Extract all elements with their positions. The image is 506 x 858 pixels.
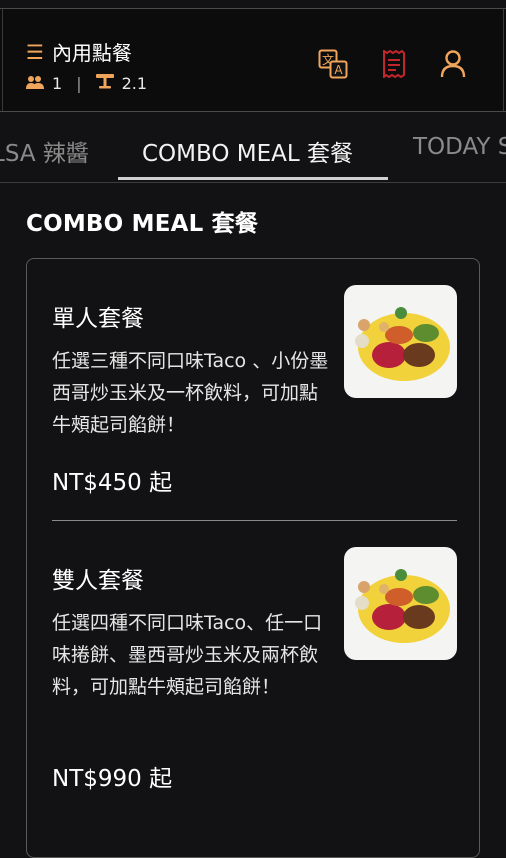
item-photo xyxy=(344,285,457,398)
item-description: 任選三種不同口味Taco 、小份墨西哥炒玉米及一杯飲料，可加點牛頰起司餡餅！ xyxy=(52,350,329,436)
menu-icon[interactable]: ☰ xyxy=(26,42,44,62)
menu-item[interactable]: 雙人套餐 任選四種不同口味Taco、任一口味捲餅、墨西哥炒玉米及兩杯飲料，可加點… xyxy=(52,547,457,792)
item-divider xyxy=(52,520,457,521)
meta-separator: | xyxy=(76,73,82,93)
item-price: NT$450 起 xyxy=(52,470,173,496)
guests-icon xyxy=(26,74,44,93)
item-name: 單人套餐 xyxy=(52,306,144,332)
table-number: 2.1 xyxy=(121,73,148,93)
receipt-icon[interactable] xyxy=(382,50,406,78)
tab-today-special[interactable]: TODAY S xyxy=(413,134,506,160)
category-tabs: LSA 辣醬 COMBO MEAL 套餐 TODAY S xyxy=(0,112,506,183)
section-title: COMBO MEAL 套餐 xyxy=(26,211,259,237)
menu-item[interactable]: 單人套餐 任選三種不同口味Taco 、小份墨西哥炒玉米及一杯飲料，可加點牛頰起司… xyxy=(52,285,457,499)
item-price: NT$990 起 xyxy=(52,766,173,792)
header-actions: 文A xyxy=(318,49,466,79)
translate-icon[interactable]: 文A xyxy=(318,49,348,79)
order-mode-label: 內用點餐 xyxy=(51,41,132,65)
active-tab-indicator xyxy=(118,177,388,180)
table-info: 1 | 2.1 xyxy=(26,73,147,93)
item-name: 雙人套餐 xyxy=(52,568,144,594)
item-photo xyxy=(344,547,457,660)
top-bar: ☰ 內用點餐 1 | 2.1 文A xyxy=(0,8,506,112)
account-icon[interactable] xyxy=(440,50,466,78)
table-icon xyxy=(95,73,114,93)
tab-combo-meal[interactable]: COMBO MEAL 套餐 xyxy=(142,134,353,168)
order-mode-selector[interactable]: ☰ 內用點餐 xyxy=(26,37,132,66)
menu-card: 單人套餐 任選三種不同口味Taco 、小份墨西哥炒玉米及一杯飲料，可加點牛頰起司… xyxy=(26,258,480,858)
guest-count: 1 xyxy=(52,73,63,93)
item-description: 任選四種不同口味Taco、任一口味捲餅、墨西哥炒玉米及兩杯飲料，可加點牛頰起司餡… xyxy=(52,612,323,698)
svg-text:A: A xyxy=(334,63,343,77)
tab-salsa[interactable]: LSA 辣醬 xyxy=(0,134,89,168)
